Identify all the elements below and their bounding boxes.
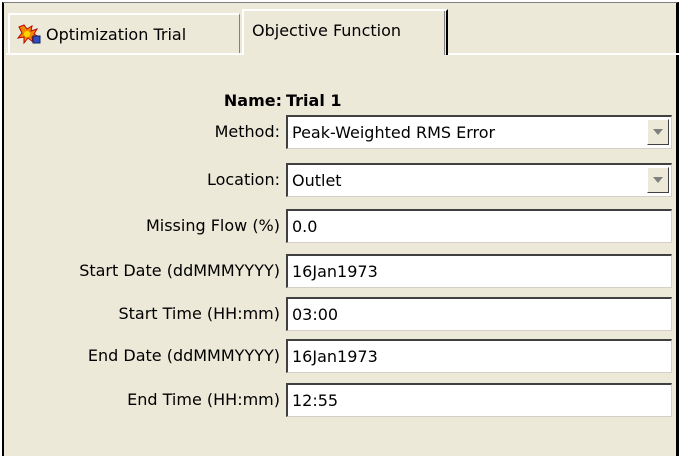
end-date-label: End Date (ddMMMYYYY) — [87, 346, 280, 365]
start-time-label: Start Time (HH:mm) — [118, 304, 280, 323]
name-row: Name: Trial 1 — [4, 91, 342, 110]
tab-strip-edge-right — [448, 53, 680, 55]
chevron-down-icon — [653, 177, 663, 183]
start-date-input[interactable]: 16Jan1973 — [286, 254, 672, 288]
location-select[interactable]: Outlet — [286, 163, 672, 197]
objective-function-panel: Optimization Trial Objective Function Na… — [2, 2, 680, 456]
missing-flow-label: Missing Flow (%) — [145, 216, 280, 235]
start-time-input[interactable]: 03:00 — [286, 297, 672, 331]
tab-optimization-trial[interactable]: Optimization Trial — [8, 13, 240, 53]
start-date-label: Start Date (ddMMMYYYY) — [79, 261, 280, 280]
end-time-label: End Time (HH:mm) — [127, 390, 280, 409]
method-dropdown-button[interactable] — [647, 119, 669, 145]
tab-optimization-trial-label: Optimization Trial — [46, 24, 187, 44]
name-label: Name: — [223, 91, 282, 110]
method-value: Peak-Weighted RMS Error — [292, 123, 496, 142]
tab-objective-function-label: Objective Function — [252, 21, 402, 40]
location-label: Location: — [206, 170, 280, 189]
tab-strip-edge-left — [6, 53, 242, 55]
method-label: Method: — [214, 122, 280, 141]
chevron-down-icon — [653, 129, 663, 135]
name-value: Trial 1 — [286, 91, 342, 110]
method-select[interactable]: Peak-Weighted RMS Error — [286, 115, 672, 149]
tab-objective-function[interactable]: Objective Function — [242, 9, 448, 55]
end-time-input[interactable]: 12:55 — [286, 383, 672, 417]
missing-flow-input[interactable]: 0.0 — [286, 209, 672, 243]
location-value: Outlet — [292, 171, 342, 190]
optimization-trial-icon — [16, 23, 42, 45]
location-dropdown-button[interactable] — [647, 167, 669, 193]
end-date-input[interactable]: 16Jan1973 — [286, 339, 672, 373]
